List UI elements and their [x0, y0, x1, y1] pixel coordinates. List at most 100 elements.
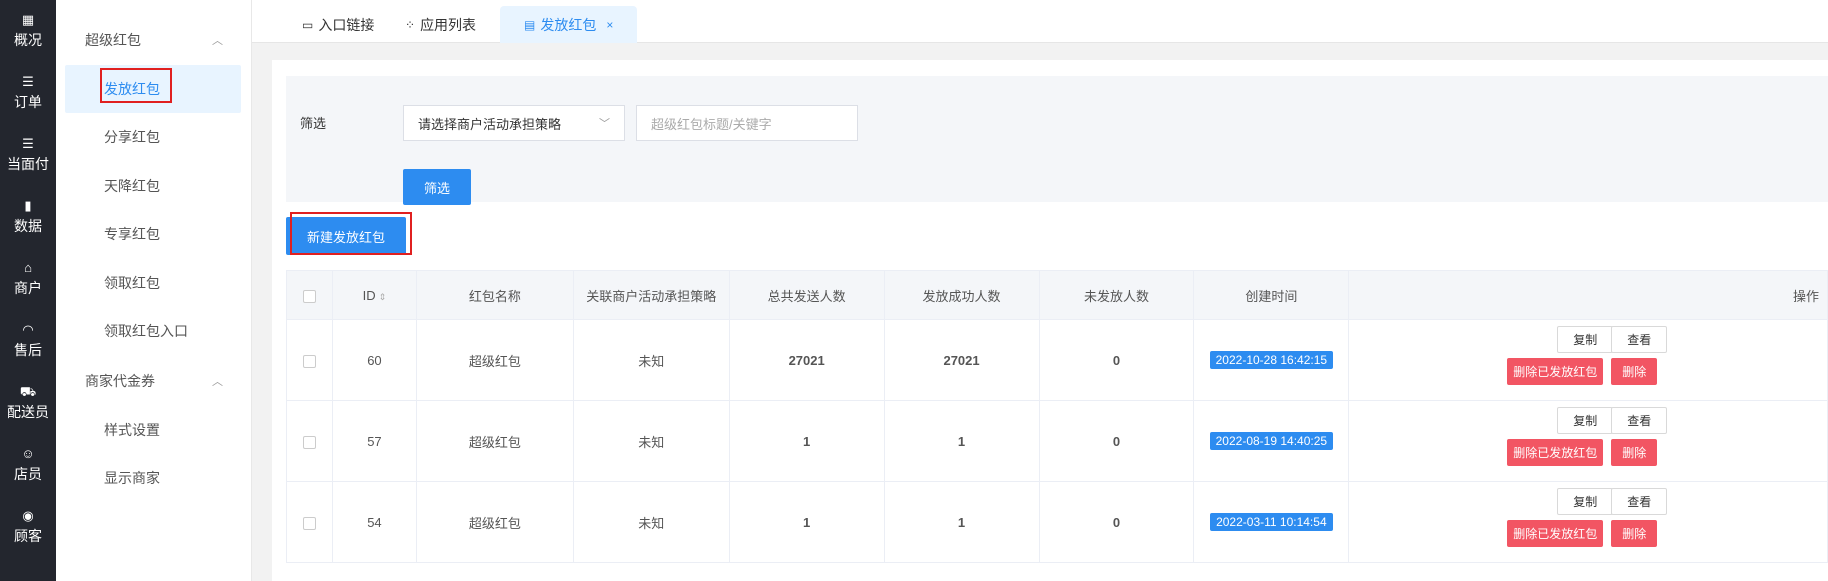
view-button[interactable]: 查看	[1611, 326, 1668, 353]
col-id[interactable]: ID ⇕	[331, 270, 417, 320]
table-row: 57 超级红包 未知 1 1 0 2022-08-19 14:40:25 复制 …	[286, 400, 1828, 482]
row-select-cell[interactable]	[286, 319, 333, 401]
col-actions: 操作	[1348, 270, 1828, 320]
col-created: 创建时间	[1193, 270, 1350, 320]
cell-strategy: 未知	[572, 400, 730, 482]
cell-success: 1	[883, 481, 1040, 563]
redpacket-icon: ▤	[524, 17, 536, 32]
copy-button[interactable]: 复制	[1557, 488, 1614, 515]
tab-entry-link[interactable]: ▭ 入口链接	[302, 6, 374, 43]
menu-item-label: 领取红包入口	[104, 323, 188, 340]
order-list-icon: ☰	[22, 74, 34, 89]
nav-label: 店员	[14, 466, 42, 482]
checkbox[interactable]	[302, 289, 316, 303]
menu-item-label: 领取红包	[104, 274, 160, 291]
menu-item-receive-entry[interactable]: 领取红包入口	[56, 307, 251, 356]
menu-item-sky-redpacket[interactable]: 天降红包	[56, 162, 251, 211]
delete-button[interactable]: 删除	[1611, 439, 1658, 466]
view-button[interactable]: 查看	[1611, 407, 1668, 434]
created-time-tag: 2022-03-11 10:14:54	[1210, 513, 1333, 531]
nav-label: 数据	[14, 218, 42, 234]
cell-id: 60	[331, 319, 417, 401]
row-select-cell[interactable]	[286, 481, 333, 563]
nav-label: 概况	[14, 32, 42, 48]
sort-icon[interactable]: ⇕	[379, 292, 387, 302]
delete-sent-button[interactable]: 删除已发放红包	[1507, 358, 1604, 385]
cell-name: 超级红包	[415, 400, 574, 482]
menu-item-label: 显示商家	[104, 470, 160, 487]
checkbox[interactable]	[302, 435, 316, 449]
cell-unsent: 0	[1038, 400, 1195, 482]
link-icon: ▭	[302, 17, 314, 32]
cell-created: 2022-03-11 10:14:54	[1193, 481, 1350, 563]
delete-sent-button[interactable]: 删除已发放红包	[1507, 520, 1604, 547]
tab-label: 入口链接	[318, 16, 375, 33]
nav-after-sale[interactable]: ◠ 售后	[0, 310, 56, 372]
cell-name: 超级红包	[415, 481, 574, 563]
menu-group-super-redpacket[interactable]: 超级红包 ︿	[56, 15, 251, 65]
customer-icon: ◉	[22, 508, 34, 523]
nav-merchant[interactable]: ⌂ 商户	[0, 248, 56, 310]
close-icon[interactable]: ×	[606, 18, 613, 32]
highlight-box	[290, 212, 412, 255]
headset-icon: ◠	[22, 322, 34, 337]
copy-button[interactable]: 复制	[1557, 326, 1614, 353]
cell-actions: 复制 查看 删除已发放红包 删除	[1348, 481, 1828, 563]
select-all-cell[interactable]	[286, 270, 333, 320]
menu-item-receive-redpacket[interactable]: 领取红包	[56, 259, 251, 308]
payment-list-icon: ☰	[22, 136, 34, 151]
chevron-down-icon: ﹀	[599, 118, 610, 130]
menu-item-label: 分享红包	[104, 129, 160, 146]
col-name: 红包名称	[415, 270, 574, 320]
cell-total: 27021	[728, 319, 885, 401]
strategy-select[interactable]: 请选择商户活动承担策略 ﹀	[403, 105, 625, 141]
table-header-row: ID ⇕ 红包名称 关联商户活动承担策略 总共发送人数 发放成功人数 未发放人数 …	[286, 270, 1828, 320]
filter-label: 筛选	[300, 116, 327, 131]
tab-bar: ▭ 入口链接 ⁘ 应用列表 ▤ 发放红包 ×	[252, 0, 1828, 43]
main-nav: ▦ 概况 ☰ 订单 ☰ 当面付 ▮ 数据 ⌂ 商户 ◠ 售后 ⛟ 配送员 ☺ 店员 ◉ 顾客	[0, 0, 56, 581]
bar-chart-icon: ▮	[24, 198, 32, 213]
menu-item-style-settings[interactable]: 样式设置	[56, 406, 251, 455]
row-select-cell[interactable]	[286, 400, 333, 482]
cell-total: 1	[728, 400, 885, 482]
keyword-input[interactable]: 超级红包标题/关键字	[636, 105, 858, 141]
nav-clerk[interactable]: ☺ 店员	[0, 434, 56, 496]
nav-overview[interactable]: ▦ 概况	[0, 0, 56, 62]
cell-created: 2022-08-19 14:40:25	[1193, 400, 1350, 482]
nav-data[interactable]: ▮ 数据	[0, 186, 56, 248]
cell-created: 2022-10-28 16:42:15	[1193, 319, 1350, 401]
created-time-tag: 2022-08-19 14:40:25	[1209, 432, 1334, 450]
nav-label: 配送员	[7, 404, 49, 420]
tab-issue-redpacket[interactable]: ▤ 发放红包 ×	[500, 6, 638, 43]
delete-sent-button[interactable]: 删除已发放红包	[1507, 439, 1604, 466]
menu-item-share-redpacket[interactable]: 分享红包	[56, 113, 251, 162]
view-button[interactable]: 查看	[1611, 488, 1668, 515]
copy-button[interactable]: 复制	[1557, 407, 1614, 434]
shop-icon: ⌂	[24, 260, 32, 275]
cell-strategy: 未知	[572, 319, 730, 401]
nav-label: 顾客	[14, 528, 42, 544]
nav-face-pay[interactable]: ☰ 当面付	[0, 124, 56, 186]
checkbox[interactable]	[302, 354, 316, 368]
menu-group-voucher[interactable]: 商家代金券 ︿	[56, 356, 251, 406]
tab-label: 应用列表	[420, 16, 477, 33]
filter-button[interactable]: 筛选	[403, 169, 471, 205]
nav-customer[interactable]: ◉ 顾客	[0, 496, 56, 558]
menu-item-show-merchants[interactable]: 显示商家	[56, 454, 251, 503]
nav-orders[interactable]: ☰ 订单	[0, 62, 56, 124]
col-strategy: 关联商户活动承担策略	[572, 270, 730, 320]
menu-item-exclusive-redpacket[interactable]: 专享红包	[56, 210, 251, 259]
tab-app-list[interactable]: ⁘ 应用列表	[405, 6, 476, 43]
clerk-icon: ☺	[21, 446, 35, 461]
nav-label: 当面付	[7, 156, 49, 172]
tab-label: 发放红包	[540, 16, 597, 33]
delete-button[interactable]: 删除	[1611, 520, 1658, 547]
grid-icon: ⁘	[405, 17, 416, 32]
delete-button[interactable]: 删除	[1611, 358, 1658, 385]
menu-group-label: 超级红包	[85, 32, 141, 48]
nav-label: 商户	[14, 280, 42, 296]
checkbox[interactable]	[302, 516, 316, 530]
nav-delivery[interactable]: ⛟ 配送员	[0, 372, 56, 434]
menu-group-label: 商家代金券	[85, 372, 155, 389]
filter-panel: 筛选 请选择商户活动承担策略 ﹀ 超级红包标题/关键字 筛选	[286, 76, 1828, 205]
